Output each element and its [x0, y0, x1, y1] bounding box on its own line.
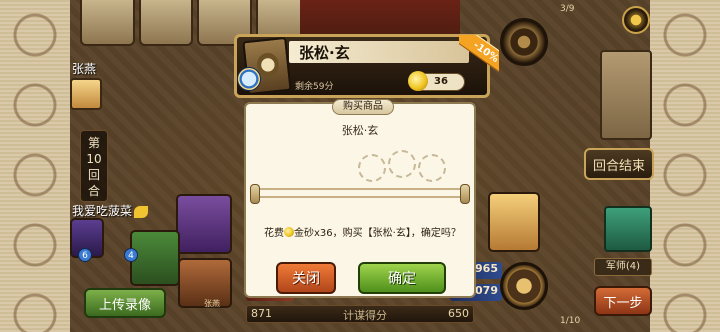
left-decorative-border: [0, 0, 70, 332]
player-team-name: 我爱吃菠菜: [72, 202, 149, 219]
end-round-button[interactable]: 回合结束: [584, 148, 654, 180]
map-tile-green: [604, 206, 652, 252]
gold-sand-icon: [284, 227, 294, 237]
bottom-pager: 1/10: [560, 316, 581, 326]
dialog-section-title: 购买商品: [332, 99, 394, 115]
time-remaining: 剩余59分: [295, 82, 334, 92]
opponent-name: 张燕: [72, 62, 97, 76]
magnifier-icon[interactable]: [237, 67, 261, 91]
confirm-prefix: 花费: [264, 228, 284, 239]
count-badge: 6: [78, 248, 92, 262]
strategy-score-label: 计谋得分: [343, 309, 387, 322]
round-char: 第: [87, 136, 100, 150]
discount-text: -10%: [459, 35, 499, 75]
hero-card[interactable]: [176, 194, 232, 254]
top-card[interactable]: [138, 0, 193, 46]
leaf-icon: [134, 205, 149, 218]
watermark-emblem-icon: [418, 154, 446, 182]
strategy-score-left: 871: [251, 307, 272, 320]
team-name-text: 我爱吃菠菜: [72, 204, 133, 218]
confirm-button[interactable]: 确定: [358, 262, 446, 294]
watermark-emblem-icon: [358, 154, 386, 182]
close-button[interactable]: 关闭: [276, 262, 336, 294]
hero-name-tag: 张燕: [204, 299, 220, 308]
opponent-hero-card[interactable]: [488, 192, 540, 252]
top-card[interactable]: [80, 0, 135, 46]
right-decorative-border: [650, 0, 720, 332]
strategy-score-right: 650: [448, 307, 469, 320]
item-name: 张松·玄: [341, 124, 379, 137]
purchase-confirm-text: 花费 金砂x36，购买【张松·玄】，确定吗？: [264, 224, 461, 239]
scroll-knob-icon: [460, 184, 470, 204]
hero-card[interactable]: [130, 230, 180, 286]
round-indicator: 第 10 回 合: [80, 130, 108, 202]
eye-icon[interactable]: [622, 6, 650, 34]
scroll-knob-icon: [250, 184, 260, 204]
round-char: 合: [87, 184, 100, 198]
next-step-button[interactable]: 下一步: [594, 286, 652, 316]
page-counter: 3/9: [560, 4, 575, 14]
upload-replay-button[interactable]: 上传录像: [84, 288, 166, 318]
watermark-emblem-icon: [388, 150, 416, 178]
price-tag: 36: [408, 71, 465, 91]
wheel-icon[interactable]: [500, 18, 548, 66]
item-watermark-art: [358, 140, 468, 184]
purchase-dialog-header: 张松·玄 剩余59分 36 -10%: [234, 34, 499, 98]
scroll-divider: [256, 188, 468, 198]
opponent-avatar[interactable]: [70, 78, 102, 110]
price-value: 36: [434, 76, 448, 87]
discount-ribbon: -10%: [459, 35, 499, 75]
confirm-suffix: 金砂x36，购买【张松·玄】，确定吗？: [294, 228, 461, 239]
strategy-score-bar: 871 计谋得分 650: [246, 305, 474, 323]
count-badge: 4: [124, 248, 138, 262]
round-number: 10: [86, 152, 102, 166]
gold-sand-icon: [408, 71, 428, 91]
hand-icon[interactable]: [500, 262, 548, 310]
dialog-title: 张松·玄: [299, 44, 350, 62]
map-tile-right: [600, 50, 652, 140]
round-char: 回: [87, 168, 100, 182]
advisor-button[interactable]: 军师(4): [594, 258, 652, 276]
